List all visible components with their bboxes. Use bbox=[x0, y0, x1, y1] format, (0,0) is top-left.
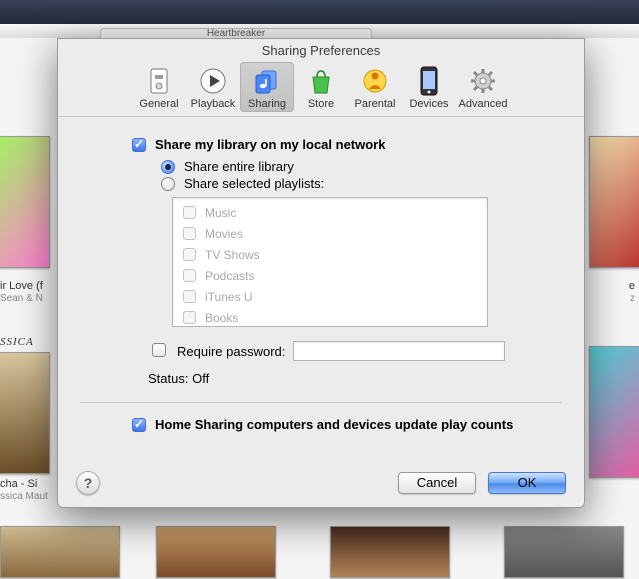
sharing-icon bbox=[252, 66, 282, 96]
gear-icon bbox=[468, 66, 498, 96]
album-label: ez bbox=[629, 280, 635, 304]
ok-button[interactable]: OK bbox=[488, 472, 566, 494]
list-item: Books bbox=[179, 307, 481, 327]
require-password-row: Require password: bbox=[148, 341, 562, 361]
share-library-label: Share my library on my local network bbox=[155, 137, 385, 152]
home-sharing-row[interactable]: Home Sharing computers and devices updat… bbox=[128, 417, 562, 435]
album-thumb bbox=[0, 352, 50, 474]
help-icon: ? bbox=[84, 475, 93, 491]
list-item: Movies bbox=[179, 223, 481, 244]
tab-label: Store bbox=[296, 98, 346, 110]
tab-label: Advanced bbox=[458, 98, 508, 110]
tab-devices[interactable]: Devices bbox=[402, 62, 456, 112]
tab-label: General bbox=[134, 98, 184, 110]
playlist-label: Movies bbox=[205, 227, 243, 241]
share-selected-row[interactable]: Share selected playlists: bbox=[156, 176, 562, 191]
playlist-checkbox bbox=[183, 206, 196, 219]
devices-icon bbox=[414, 66, 444, 96]
share-library-row[interactable]: Share my library on my local network bbox=[128, 137, 562, 155]
playback-icon bbox=[198, 66, 228, 96]
album-thumb bbox=[330, 526, 450, 578]
menubar-area bbox=[0, 0, 639, 24]
tab-store[interactable]: Store bbox=[294, 62, 348, 112]
store-icon bbox=[306, 66, 336, 96]
sheet-footer: ? Cancel OK bbox=[58, 471, 584, 495]
list-item: iTunes U bbox=[179, 286, 481, 307]
album-thumb bbox=[589, 346, 639, 478]
album-thumb bbox=[0, 526, 120, 578]
album-brand-text: SSICA bbox=[0, 336, 34, 348]
preferences-toolbar: General Playback Sharing Store Parental bbox=[58, 60, 584, 116]
home-sharing-label: Home Sharing computers and devices updat… bbox=[155, 417, 513, 432]
album-thumb bbox=[504, 526, 624, 578]
preferences-sheet: Sharing Preferences General Playback Sha… bbox=[57, 38, 585, 508]
sheet-title: Sharing Preferences bbox=[58, 39, 584, 60]
playlist-checkbox bbox=[183, 290, 196, 303]
playlist-label: Podcasts bbox=[205, 269, 254, 283]
playlist-checkbox bbox=[183, 227, 196, 240]
status-prefix: Status: bbox=[148, 371, 188, 386]
parental-icon bbox=[360, 66, 390, 96]
tab-playback[interactable]: Playback bbox=[186, 62, 240, 112]
tab-general[interactable]: General bbox=[132, 62, 186, 112]
playlist-label: Music bbox=[205, 206, 236, 220]
tab-label: Sharing bbox=[242, 98, 292, 110]
share-library-checkbox[interactable] bbox=[132, 138, 146, 152]
help-button[interactable]: ? bbox=[76, 471, 100, 495]
password-input[interactable] bbox=[293, 341, 505, 361]
share-entire-row[interactable]: Share entire library bbox=[156, 159, 562, 174]
tab-sharing[interactable]: Sharing bbox=[240, 62, 294, 112]
album-thumb bbox=[0, 136, 50, 268]
playlist-checkbox bbox=[183, 311, 196, 324]
tab-advanced[interactable]: Advanced bbox=[456, 62, 510, 112]
status-row: Status: Off bbox=[148, 371, 562, 386]
list-item: Podcasts bbox=[179, 265, 481, 286]
section-divider bbox=[80, 402, 562, 403]
album-label: cha - Sissica Maut bbox=[0, 478, 48, 502]
share-selected-label: Share selected playlists: bbox=[184, 176, 324, 191]
require-password-label: Require password: bbox=[177, 344, 285, 359]
playlist-checkbox bbox=[183, 248, 196, 261]
share-selected-radio[interactable] bbox=[161, 177, 175, 191]
tab-parental[interactable]: Parental bbox=[348, 62, 402, 112]
share-entire-label: Share entire library bbox=[184, 159, 294, 174]
playlist-listbox[interactable]: Music Movies TV Shows Podcasts iTunes U … bbox=[172, 197, 488, 327]
list-item: Music bbox=[179, 202, 481, 223]
tab-label: Parental bbox=[350, 98, 400, 110]
album-thumb bbox=[589, 136, 639, 268]
require-password-checkbox[interactable] bbox=[152, 343, 166, 357]
list-item: TV Shows bbox=[179, 244, 481, 265]
sheet-body: Share my library on my local network Sha… bbox=[58, 117, 584, 447]
status-value: Off bbox=[192, 371, 209, 386]
playlist-label: TV Shows bbox=[205, 248, 260, 262]
cancel-button[interactable]: Cancel bbox=[398, 472, 476, 494]
share-entire-radio[interactable] bbox=[161, 160, 175, 174]
playlist-checkbox bbox=[183, 269, 196, 282]
playlist-label: Books bbox=[205, 311, 238, 325]
playlist-label: iTunes U bbox=[205, 290, 253, 304]
tab-label: Playback bbox=[188, 98, 238, 110]
home-sharing-checkbox[interactable] bbox=[132, 418, 146, 432]
album-label: ir Love (fSean & N bbox=[0, 280, 43, 304]
album-thumb bbox=[156, 526, 276, 578]
general-icon bbox=[144, 66, 174, 96]
tab-label: Devices bbox=[404, 98, 454, 110]
